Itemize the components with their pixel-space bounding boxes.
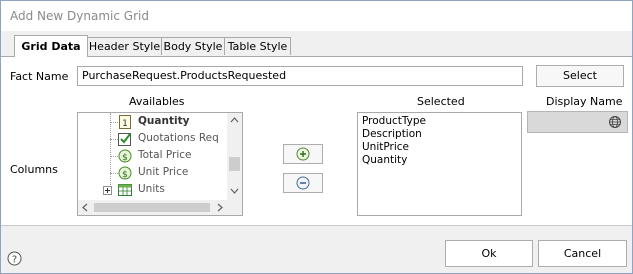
checkbox-field-icon [118,132,132,146]
svg-text:$: $ [122,170,128,180]
selected-item[interactable]: UnitPrice [362,141,517,154]
tab-grid-data[interactable]: Grid Data [14,35,88,57]
tree-horizontal-scrollbar[interactable] [78,200,227,215]
help-icon[interactable]: ? [7,251,22,269]
available-item-units[interactable]: Units [78,182,228,199]
cancel-button[interactable]: Cancel [538,240,627,267]
available-item-label: Total Price [138,149,192,161]
tab-body-style[interactable]: Body Style [161,37,225,55]
display-name-field[interactable] [527,111,628,133]
available-item-quotations[interactable]: Quotations Req [78,131,228,148]
available-item-total-price[interactable]: $ Total Price [78,148,228,165]
display-name-header: Display Name [546,95,623,108]
selected-item[interactable]: ProductType [362,115,517,128]
remove-column-button[interactable] [283,173,323,193]
add-column-button[interactable] [283,144,323,164]
add-dynamic-grid-dialog: Add New Dynamic Grid Grid Data Header St… [0,0,633,274]
expand-icon[interactable] [103,186,112,195]
globe-icon[interactable] [608,115,622,132]
available-item-label: Quotations Req [138,132,219,144]
available-item-quantity[interactable]: 1 Quantity [78,114,228,131]
select-button[interactable]: Select [536,65,624,87]
plus-circle-icon [296,147,310,164]
svg-text:$: $ [122,153,128,163]
fact-name-label: Fact Name [10,70,69,83]
selected-item[interactable]: Quantity [362,154,517,167]
tab-table-style[interactable]: Table Style [224,37,291,55]
availables-header: Availables [129,95,185,108]
availables-tree[interactable]: 1 Quantity Quotations Req $ Total Price … [77,112,243,216]
available-item-label: Quantity [138,115,190,127]
available-item-label: Units [138,183,165,195]
number-field-icon: 1 [118,115,132,129]
selected-item[interactable]: Description [362,128,517,141]
window-title: Add New Dynamic Grid [10,9,149,23]
table-field-icon [118,183,132,197]
columns-label: Columns [10,163,58,176]
ok-button[interactable]: Ok [445,240,533,267]
scrollbar-corner [227,200,242,215]
minus-circle-icon [296,176,310,193]
tab-header-style[interactable]: Header Style [87,37,162,55]
svg-text:?: ? [12,255,17,266]
selected-header: Selected [417,95,465,108]
currency-field-icon: $ [118,149,132,163]
available-item-unit-price[interactable]: $ Unit Price [78,165,228,182]
tree-vertical-scrollbar[interactable] [227,113,242,200]
svg-text:1: 1 [122,119,128,129]
available-item-label: Unit Price [138,166,189,178]
currency-field-icon: $ [118,166,132,180]
selected-columns-list[interactable]: ProductType Description UnitPrice Quanti… [357,112,522,216]
fact-name-input[interactable]: PurchaseRequest.ProductsRequested [77,66,523,86]
title-bar: Add New Dynamic Grid [1,1,632,31]
grid-data-panel: Fact Name PurchaseRequest.ProductsReques… [1,56,632,226]
